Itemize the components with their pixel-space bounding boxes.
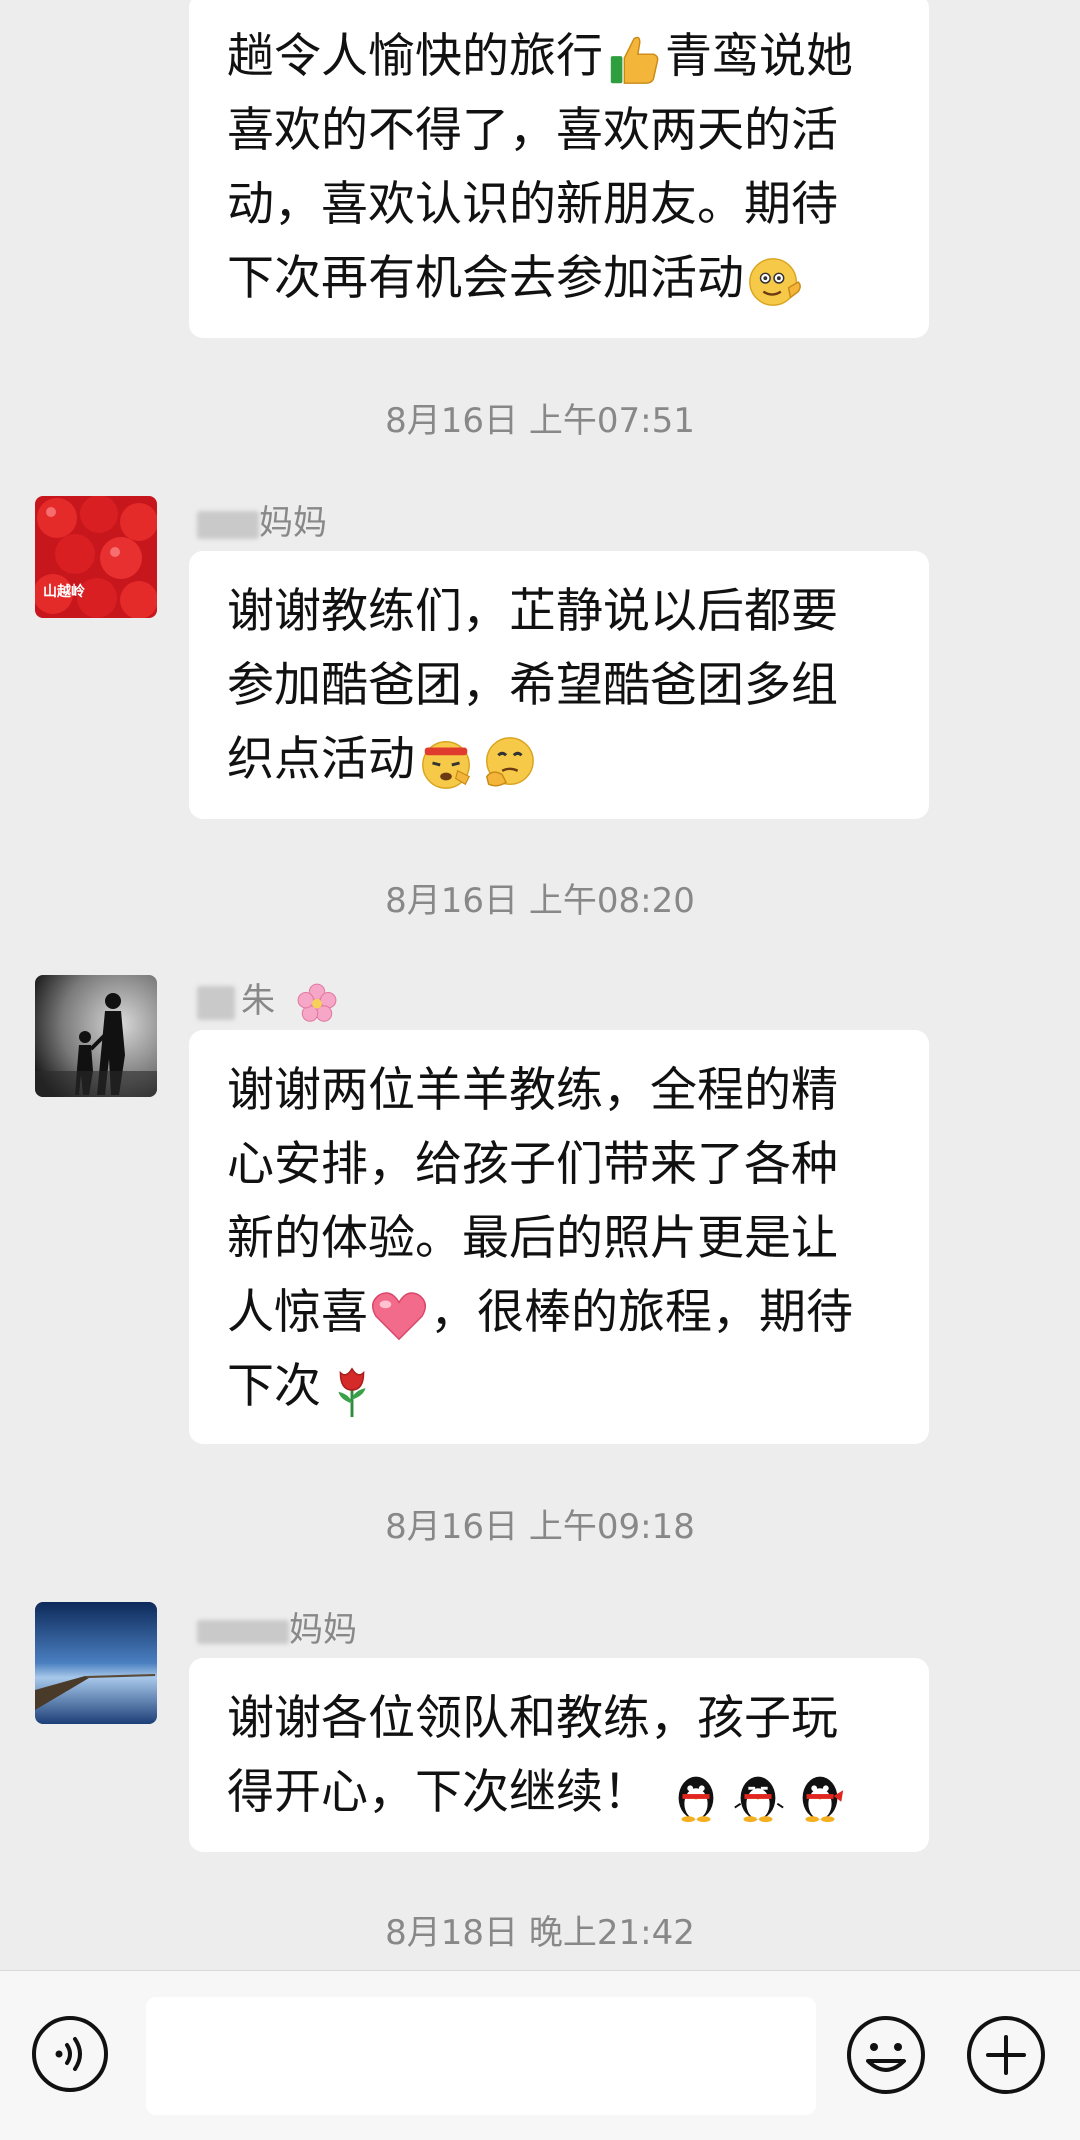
message-text: 人惊喜 — [227, 1285, 368, 1340]
thumbs-up-icon — [605, 31, 663, 89]
timestamp: 8月16日 上午09:18 — [385, 1507, 695, 1547]
message-text: 下次再有机会去参加活动 — [227, 251, 744, 306]
message-bubble[interactable]: 谢谢教练们，芷静说以后都要 参加酷爸团，希望酷爸团多组 织点活动 — [189, 551, 929, 819]
message-text: 趟令人愉快的旅行 — [227, 29, 603, 84]
input-bar — [0, 1970, 1080, 2140]
message-text: 下次 — [227, 1359, 321, 1414]
message-text: 青鸾说她 — [665, 29, 853, 84]
message-line: 新的体验。最后的照片更是让 — [227, 1211, 838, 1266]
message-line: 下次再有机会去参加活动 — [227, 242, 891, 316]
thinking-face-icon — [479, 734, 537, 792]
winking-face-icon — [746, 253, 804, 311]
message-bubble[interactable]: 谢谢各位领队和教练，孩子玩 得开心，下次继续！ — [189, 1658, 929, 1852]
sender-name-text: 妈妈 — [259, 503, 327, 543]
salute-face-icon — [417, 734, 475, 792]
message-line: 谢谢两位羊羊教练，全程的精 — [227, 1063, 838, 1118]
avatar[interactable]: 山越岭 — [35, 496, 157, 618]
timestamp: 8月16日 上午07:51 — [385, 401, 695, 441]
silhouette-avatar-icon — [35, 975, 157, 1097]
more-button[interactable] — [966, 2015, 1046, 2095]
cherry-blossom-icon — [296, 982, 338, 1024]
message-line: 喜欢的不得了，喜欢两天的活 — [227, 103, 838, 158]
avatar[interactable] — [35, 1602, 157, 1724]
timestamp: 8月18日 晚上21:42 — [385, 1913, 695, 1953]
voice-button[interactable] — [31, 2015, 109, 2093]
message-input[interactable] — [146, 1997, 816, 2115]
message-line: 谢谢各位领队和教练，孩子玩 — [227, 1691, 838, 1746]
penguin-icon — [667, 1767, 725, 1825]
svg-text:山越岭: 山越岭 — [43, 583, 85, 600]
message-line: 人惊喜 ，很棒的旅程，期待 — [227, 1276, 891, 1350]
redacted-name — [197, 1619, 289, 1644]
avatar[interactable] — [35, 975, 157, 1097]
message-line: 得开心，下次继续！ — [227, 1756, 891, 1830]
message-text: 得开心，下次继续！ — [227, 1765, 650, 1820]
redacted-name — [197, 985, 235, 1020]
sender-name-text: 妈妈 — [289, 1610, 357, 1650]
message-line: 谢谢教练们，芷静说以后都要 — [227, 584, 838, 639]
tomato-avatar-icon: 山越岭 — [35, 496, 157, 618]
timestamp: 8月16日 上午08:20 — [385, 881, 695, 921]
message-line: 动，喜欢认识的新朋友。期待 — [227, 177, 838, 232]
message-text: 织点活动 — [227, 732, 415, 787]
plus-icon — [967, 2016, 1045, 2094]
voice-icon — [32, 2016, 108, 2092]
message-line: 下次 — [227, 1350, 891, 1424]
sender-name: 妈妈 — [197, 503, 327, 543]
rose-icon — [323, 1361, 381, 1419]
penguin-icon — [791, 1767, 849, 1825]
message-line: 趟令人愉快的旅行 青鸾说她 — [227, 20, 891, 94]
emoji-button[interactable] — [846, 2015, 926, 2095]
penguin-icon — [729, 1767, 787, 1825]
pier-avatar-icon — [35, 1602, 157, 1724]
heart-icon — [370, 1287, 428, 1345]
message-line: 参加酷爸团，希望酷爸团多组 — [227, 658, 838, 713]
message-bubble[interactable]: 趟令人愉快的旅行 青鸾说她 喜欢的不得了，喜欢两天的活 动，喜欢认识的新朋友。期待… — [189, 0, 929, 338]
redacted-name — [197, 510, 259, 539]
message-bubble[interactable]: 谢谢两位羊羊教练，全程的精 心安排，给孩子们带来了各种 新的体验。最后的照片更是… — [189, 1030, 929, 1444]
chat-area[interactable]: 趟令人愉快的旅行 青鸾说她 喜欢的不得了，喜欢两天的活 动，喜欢认识的新朋友。期待… — [0, 0, 1080, 1970]
message-line: 织点活动 — [227, 723, 891, 797]
sender-name-text: 朱 — [241, 981, 275, 1021]
sender-name: 朱 — [197, 981, 340, 1024]
message-line: 心安排，给孩子们带来了各种 — [227, 1137, 838, 1192]
sender-name: 妈妈 — [197, 1610, 357, 1650]
emoji-icon — [847, 2016, 925, 2094]
message-text: ，很棒的旅程，期待 — [430, 1285, 853, 1340]
